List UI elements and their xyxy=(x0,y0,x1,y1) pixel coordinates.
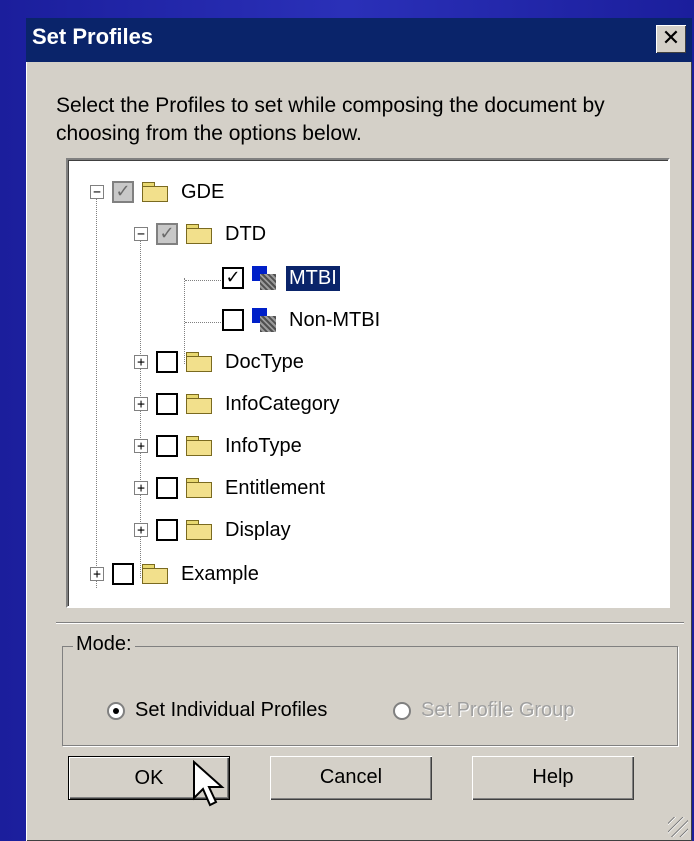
gde-checkbox[interactable]: ✓ xyxy=(112,181,134,203)
tree-node-label: DocType xyxy=(225,350,304,373)
tree-node-label: Display xyxy=(225,518,291,541)
tree-node-label: MTBI xyxy=(286,265,340,291)
title-bar[interactable]: Set Profiles ✕ xyxy=(26,18,692,62)
tree-node-doctype[interactable]: + DocType xyxy=(134,344,307,380)
tree-connector xyxy=(96,194,97,588)
tree-node-label: InfoType xyxy=(225,434,302,457)
tree-node-gde[interactable]: − ✓ GDE xyxy=(90,174,227,210)
mtbi-checkbox[interactable]: ✓ xyxy=(222,267,244,289)
mode-groupbox: Mode: Set Individual Profiles Set Profil… xyxy=(62,633,678,746)
cancel-button[interactable]: Cancel xyxy=(270,756,432,800)
folder-icon xyxy=(186,478,212,498)
tree-node-non-mtbi[interactable]: Non-MTBI xyxy=(222,302,383,338)
radio-unselected-icon xyxy=(393,701,411,720)
mouse-pointer-icon xyxy=(193,760,225,807)
set-profiles-dialog: Set Profiles ✕ Select the Profiles to se… xyxy=(26,18,692,841)
tree-node-label: Entitlement xyxy=(225,476,326,499)
profile-icon xyxy=(252,308,278,332)
tree-node-label: GDE xyxy=(181,180,225,203)
folder-icon xyxy=(142,182,168,202)
help-button[interactable]: Help xyxy=(472,756,634,800)
divider xyxy=(56,622,684,624)
tree-node-label: Non-MTBI xyxy=(289,308,381,331)
folder-icon xyxy=(186,436,212,456)
infotype-checkbox[interactable] xyxy=(156,435,178,457)
expand-icon[interactable]: + xyxy=(134,481,148,495)
tree-node-display[interactable]: + Display xyxy=(134,512,294,548)
display-checkbox[interactable] xyxy=(156,519,178,541)
mode-label: Mode: xyxy=(73,633,135,656)
close-icon: ✕ xyxy=(661,26,681,51)
tree-node-mtbi[interactable]: ✓ MTBI xyxy=(222,260,340,296)
non-mtbi-checkbox[interactable] xyxy=(222,309,244,331)
example-checkbox[interactable] xyxy=(112,563,134,585)
dtd-checkbox[interactable]: ✓ xyxy=(156,223,178,245)
entitlement-checkbox[interactable] xyxy=(156,477,178,499)
folder-icon xyxy=(142,564,168,584)
tree-node-label: Example xyxy=(181,562,259,585)
tree-connector xyxy=(185,322,221,323)
window-title: Set Profiles xyxy=(32,24,154,49)
tree-node-label: InfoCategory xyxy=(225,392,340,415)
tree-node-label: DTD xyxy=(225,222,267,245)
tree-node-infotype[interactable]: + InfoType xyxy=(134,428,305,464)
tree-node-dtd[interactable]: − ✓ DTD xyxy=(134,216,269,252)
tree-node-example[interactable]: + Example xyxy=(90,556,262,592)
radio-selected-icon[interactable] xyxy=(107,701,125,720)
radio-set-profile-group: Set Profile Group xyxy=(393,699,574,722)
profile-tree[interactable]: − ✓ GDE − ✓ DTD ✓ MTBI Non-MTBI + DocTyp… xyxy=(66,158,670,608)
expand-icon[interactable]: + xyxy=(90,567,104,581)
expand-icon[interactable]: + xyxy=(134,397,148,411)
radio-label: Set Individual Profiles xyxy=(135,699,328,721)
collapse-icon[interactable]: − xyxy=(134,227,148,241)
folder-icon xyxy=(186,520,212,540)
tree-connector xyxy=(185,280,221,281)
tree-node-infocategory[interactable]: + InfoCategory xyxy=(134,386,343,422)
collapse-icon[interactable]: − xyxy=(90,185,104,199)
infocategory-checkbox[interactable] xyxy=(156,393,178,415)
resize-grip-icon[interactable] xyxy=(668,817,688,837)
folder-icon xyxy=(186,394,212,414)
radio-set-individual-profiles[interactable]: Set Individual Profiles xyxy=(107,699,327,722)
tree-node-entitlement[interactable]: + Entitlement xyxy=(134,470,328,506)
expand-icon[interactable]: + xyxy=(134,355,148,369)
expand-icon[interactable]: + xyxy=(134,523,148,537)
folder-icon xyxy=(186,352,212,372)
expand-icon[interactable]: + xyxy=(134,439,148,453)
folder-icon xyxy=(186,224,212,244)
instruction-text: Select the Profiles to set while composi… xyxy=(56,94,605,145)
close-button[interactable]: ✕ xyxy=(656,25,686,53)
doctype-checkbox[interactable] xyxy=(156,351,178,373)
profile-icon xyxy=(252,266,278,290)
radio-label: Set Profile Group xyxy=(421,699,575,721)
